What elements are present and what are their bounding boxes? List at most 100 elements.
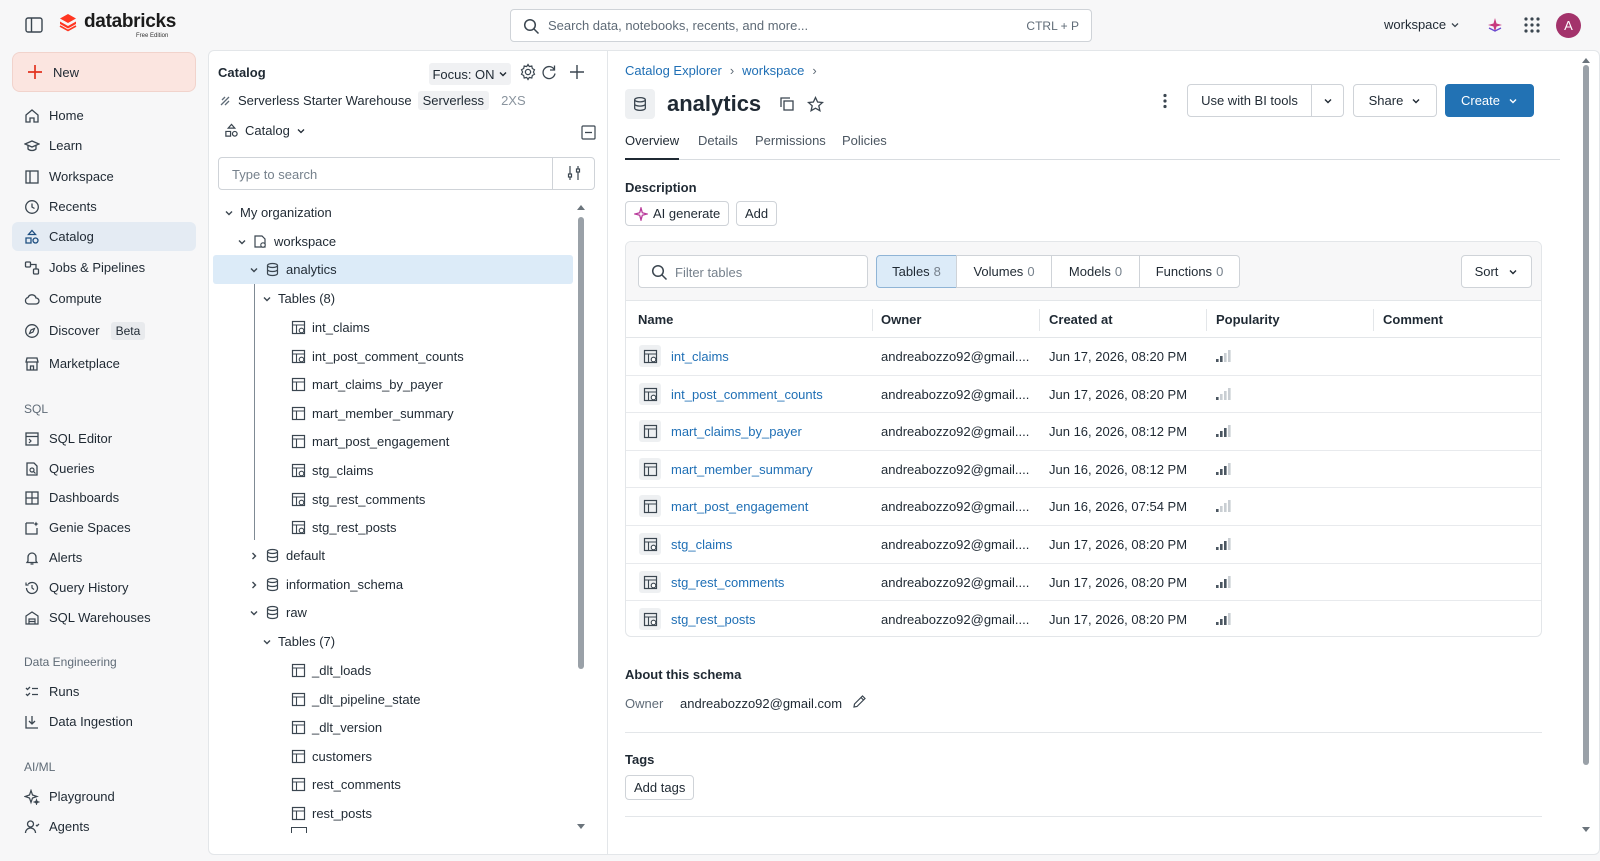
nav-item-alerts[interactable]: Alerts [12, 543, 196, 572]
tab-overview[interactable]: Overview [625, 133, 680, 160]
favorite-star-icon[interactable] [807, 95, 825, 113]
tree-node-table[interactable]: rest_posts [291, 799, 372, 828]
tab-details[interactable]: Details [698, 133, 738, 160]
global-search-input[interactable]: Search data, notebooks, recents, and mor… [510, 9, 1092, 42]
table-name-link[interactable]: mart_member_summary [671, 462, 813, 477]
add-description-button[interactable]: Add [736, 201, 778, 226]
edit-pencil-icon[interactable] [852, 694, 867, 709]
sidebar-toggle-icon[interactable] [24, 15, 44, 35]
tree-node-table[interactable]: _dlt_version [291, 713, 382, 742]
table-name-link[interactable]: int_claims [671, 349, 729, 364]
copy-icon[interactable] [779, 96, 795, 112]
catalog-scrollbar-thumb[interactable] [578, 217, 584, 669]
ai-generate-button[interactable]: AI generate [625, 201, 730, 226]
workspace-switcher[interactable]: workspace [1384, 17, 1460, 32]
bi-tools-dropdown-button[interactable] [1311, 84, 1344, 117]
add-tags-button[interactable]: Add tags [625, 775, 695, 800]
nav-item-runs[interactable]: Runs [12, 677, 196, 706]
tree-node-default[interactable]: default [249, 541, 325, 570]
gear-icon[interactable] [519, 63, 537, 81]
table-row[interactable]: int_post_comment_counts andreabozzo92@gma… [626, 376, 1541, 414]
table-name-link[interactable]: stg_rest_comments [671, 575, 784, 590]
nav-item-discover[interactable]: Discover Beta [12, 316, 196, 345]
nav-item-catalog[interactable]: Catalog [12, 222, 196, 251]
tree-node-table[interactable]: stg_rest_posts [291, 513, 397, 542]
filter-settings-icon[interactable] [552, 158, 594, 189]
tree-node-table[interactable]: int_claims [291, 313, 370, 342]
tree-node-table[interactable]: int_post_comment_counts [291, 342, 464, 371]
nav-item-playground[interactable]: Playground [12, 782, 196, 811]
nav-item-home[interactable]: Home [12, 101, 196, 130]
nav-item-sql-warehouses[interactable]: SQL Warehouses [12, 603, 196, 632]
column-header-popularity[interactable]: Popularity [1216, 312, 1280, 327]
tree-node-table[interactable]: _dlt_pipeline_state [291, 685, 420, 714]
segment-tables[interactable]: Tables 8 [876, 255, 957, 288]
tree-node-table[interactable]: stg_claims [291, 456, 373, 485]
nav-item-query-history[interactable]: Query History [12, 573, 196, 602]
segment-functions[interactable]: Functions 0 [1139, 255, 1240, 288]
table-row[interactable]: stg_rest_posts andreabozzo92@gmail.... Jun… [626, 601, 1541, 636]
tree-node-table[interactable]: _dlt_loads [291, 656, 371, 685]
apps-grid-icon[interactable] [1524, 17, 1540, 33]
refresh-icon[interactable] [540, 63, 558, 81]
tree-node-my-organization[interactable]: My organization [224, 198, 332, 227]
nav-item-agents[interactable]: Agents [12, 812, 196, 841]
tree-node-information-schema[interactable]: information_schema [249, 570, 403, 599]
more-options-icon[interactable] [1162, 93, 1168, 109]
share-button[interactable]: Share [1353, 84, 1437, 117]
column-header-owner[interactable]: Owner [881, 312, 921, 327]
tree-node-table[interactable]: rest_comments [291, 770, 401, 799]
table-name-link[interactable]: mart_post_engagement [671, 499, 808, 514]
tab-permissions[interactable]: Permissions [755, 133, 826, 160]
segment-models[interactable]: Models 0 [1051, 255, 1140, 288]
table-row[interactable]: stg_rest_comments andreabozzo92@gmail....… [626, 564, 1541, 602]
avatar[interactable]: A [1556, 13, 1581, 38]
table-name-link[interactable]: stg_rest_posts [671, 612, 756, 627]
table-row[interactable]: mart_member_summary andreabozzo92@gmail..… [626, 451, 1541, 489]
tree-node-analytics-tables[interactable]: Tables (8) [262, 284, 335, 313]
catalog-dropdown[interactable]: Catalog [224, 123, 306, 138]
table-name-link[interactable]: stg_claims [671, 537, 732, 552]
sort-button[interactable]: Sort [1461, 255, 1532, 288]
table-row[interactable]: int_claims andreabozzo92@gmail.... Jun 17,… [626, 338, 1541, 376]
table-row[interactable]: mart_post_engagement andreabozzo92@gmail.… [626, 488, 1541, 526]
nav-item-marketplace[interactable]: Marketplace [12, 349, 196, 378]
catalog-search-input[interactable]: Type to search [218, 157, 595, 190]
tree-node-raw[interactable]: raw [249, 598, 307, 627]
nav-item-compute[interactable]: Compute [12, 284, 196, 313]
nav-item-learn[interactable]: Learn [12, 131, 196, 160]
segment-volumes[interactable]: Volumes 0 [956, 255, 1052, 288]
nav-item-recents[interactable]: Recents [12, 192, 196, 221]
tree-node-table[interactable]: mart_member_summary [291, 399, 454, 428]
table-row[interactable]: stg_claims andreabozzo92@gmail.... Jun 17,… [626, 526, 1541, 564]
focus-toggle[interactable]: Focus: ON [429, 63, 511, 85]
breadcrumb-catalog-explorer[interactable]: Catalog Explorer [625, 63, 722, 78]
filter-tables-input[interactable]: Filter tables [638, 255, 868, 288]
tree-node-table[interactable]: customers [291, 742, 372, 771]
warehouse-selector[interactable]: Serverless Starter Warehouse Serverless … [218, 91, 526, 110]
table-row[interactable]: mart_claims_by_payer andreabozzo92@gmail.… [626, 413, 1541, 451]
nav-item-data-ingestion[interactable]: Data Ingestion [12, 707, 196, 736]
nav-item-queries[interactable]: Queries [12, 454, 196, 483]
tree-node-table[interactable]: mart_post_engagement [291, 427, 449, 456]
main-scrollbar-thumb[interactable] [1583, 65, 1589, 765]
nav-item-sql-editor[interactable]: SQL Editor [12, 424, 196, 453]
use-with-bi-tools-button[interactable]: Use with BI tools [1187, 84, 1312, 117]
nav-item-dashboards[interactable]: Dashboards [12, 483, 196, 512]
new-button[interactable]: New [12, 52, 196, 92]
table-name-link[interactable]: int_post_comment_counts [671, 387, 823, 402]
collapse-all-icon[interactable] [581, 125, 596, 140]
create-button[interactable]: Create [1445, 84, 1534, 117]
column-header-name[interactable]: Name [638, 312, 673, 327]
table-name-link[interactable]: mart_claims_by_payer [671, 424, 802, 439]
nav-item-jobs-pipelines[interactable]: Jobs & Pipelines [12, 253, 196, 282]
assistant-icon[interactable] [1486, 16, 1504, 34]
nav-item-workspace[interactable]: Workspace [12, 162, 196, 191]
tree-node-table[interactable]: mart_claims_by_payer [291, 370, 443, 399]
column-header-comment[interactable]: Comment [1383, 312, 1443, 327]
tree-node-workspace[interactable]: workspace [237, 227, 336, 256]
tab-policies[interactable]: Policies [842, 133, 887, 160]
databricks-logo[interactable]: databricks Free Edition [58, 12, 176, 39]
tree-node-raw-tables[interactable]: Tables (7) [262, 627, 335, 656]
column-header-created-at[interactable]: Created at [1049, 312, 1113, 327]
